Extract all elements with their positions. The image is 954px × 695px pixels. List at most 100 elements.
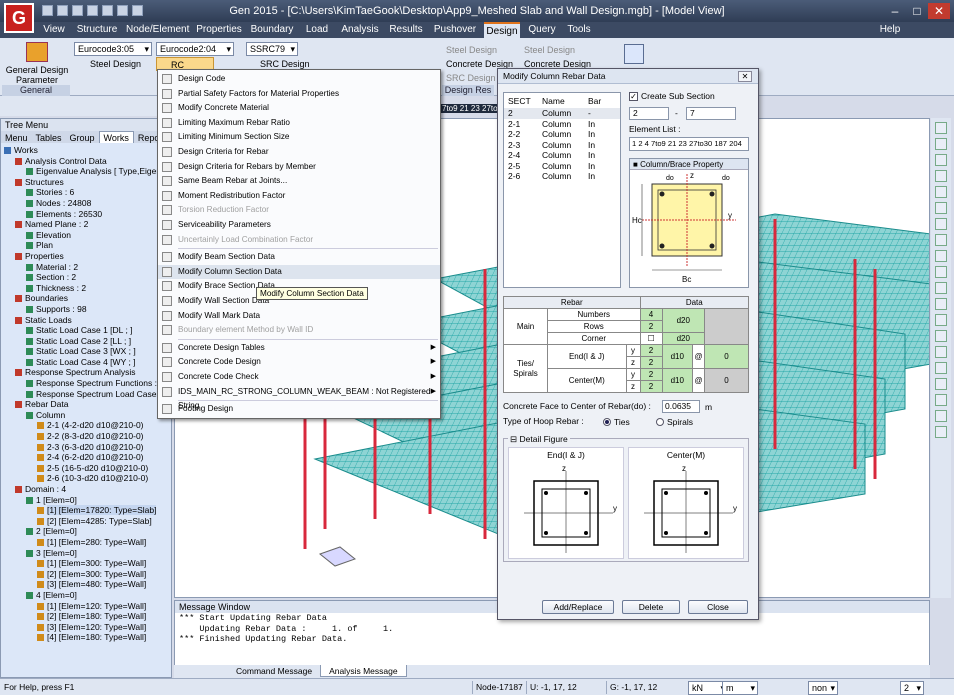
section-list[interactable]: SECT Name Bar 2 Column - 2-1 Column In 2-2 Colu…: [503, 92, 621, 288]
front-view-icon[interactable]: [935, 234, 947, 246]
tree-item[interactable]: 2-6 (10-3-d20 d10@210-0): [1, 473, 171, 484]
minimize-button[interactable]: –: [884, 3, 906, 19]
tree-item[interactable]: 2-3 (6-3-d20 d10@210-0): [1, 442, 171, 453]
general-design-param-button[interactable]: General Design Parameter: [4, 65, 70, 85]
tree-item[interactable]: 2-5 (16-5-d20 d10@210-0): [1, 463, 171, 474]
corner-checkbox[interactable]: ☐: [639, 332, 663, 345]
tab-boundary[interactable]: Boundary: [250, 22, 294, 38]
end-y-value[interactable]: 2: [639, 344, 663, 357]
node-number-icon[interactable]: [935, 346, 947, 358]
zoom-fit-icon[interactable]: [935, 154, 947, 166]
tree-item[interactable]: Structures: [1, 177, 171, 188]
col-header-bar[interactable]: Bar: [588, 96, 601, 107]
tree-item[interactable]: Domain : 4: [1, 484, 171, 495]
collapse-icon[interactable]: ⊟: [510, 434, 517, 444]
cover-input[interactable]: 0.0635: [662, 400, 700, 413]
rc-menu-item[interactable]: Modify Concrete Material: [158, 101, 440, 115]
rc-menu-item[interactable]: Serviceability Parameters: [158, 218, 440, 232]
element-list-input[interactable]: 1 2 4 7to9 21 23 27to30 187 204: [629, 137, 749, 151]
end-z-value[interactable]: 2: [639, 356, 663, 369]
tab-analysis-message[interactable]: Analysis Message: [320, 665, 407, 677]
center-tie-dia[interactable]: d10: [661, 368, 694, 393]
delete-button[interactable]: Delete: [622, 600, 680, 614]
steel-design-check-button[interactable]: Steel Design: [446, 43, 497, 57]
tree-item[interactable]: Nodes : 24808: [1, 198, 171, 209]
activate-icon[interactable]: [935, 410, 947, 422]
redo-icon[interactable]: [132, 5, 143, 16]
tree-item[interactable]: Boundaries: [1, 293, 171, 304]
tree-item[interactable]: Response Spectrum Analysis: [1, 367, 171, 378]
tree-item[interactable]: Supports : 98: [1, 304, 171, 315]
tree-tab-tables[interactable]: Tables: [32, 132, 66, 144]
tab-design[interactable]: Design: [484, 22, 520, 38]
tree-item[interactable]: Section : 2: [1, 272, 171, 283]
steel-code-select[interactable]: Eurocode3:05: [74, 42, 152, 56]
tree-item[interactable]: 2-4 (6-2-d20 d10@210-0): [1, 452, 171, 463]
render-icon[interactable]: [935, 330, 947, 342]
rc-menu-item[interactable]: Design Code: [158, 72, 440, 86]
col-header-sect[interactable]: SECT: [508, 96, 531, 107]
tree-item[interactable]: Static Loads: [1, 315, 171, 326]
zoom-out-icon[interactable]: [935, 138, 947, 150]
maximize-button[interactable]: □: [906, 3, 928, 19]
tree-tab-works[interactable]: Works: [98, 131, 134, 143]
tab-query[interactable]: Query: [526, 22, 558, 38]
section-row[interactable]: 2-3 Column In: [504, 140, 620, 151]
section-row[interactable]: 2-5 Column In: [504, 161, 620, 172]
tree-item[interactable]: Properties: [1, 251, 171, 262]
tree-item[interactable]: [1] [Elem=300: Type=Wall]: [1, 558, 171, 569]
end-spacing[interactable]: 0: [704, 344, 749, 369]
rc-menu-item[interactable]: Concrete Code Check ▶: [158, 370, 440, 384]
tree-item[interactable]: 2 [Elem=0]: [1, 526, 171, 537]
rc-menu-item[interactable]: Limiting Minimum Section Size: [158, 130, 440, 144]
pan-icon[interactable]: [935, 170, 947, 182]
rc-menu-item[interactable]: Modify Column Section Data: [158, 264, 440, 279]
rc-menu-item[interactable]: Design Criteria for Rebars by Member: [158, 160, 440, 174]
tree-item[interactable]: Rebar Data: [1, 399, 171, 410]
end-tie-dia[interactable]: d10: [661, 344, 694, 369]
col-header-name[interactable]: Name: [542, 96, 565, 107]
section-row[interactable]: 2-1 Column In: [504, 119, 620, 130]
section-row[interactable]: 2 Column -: [504, 108, 620, 119]
hidden-icon[interactable]: [935, 298, 947, 310]
element-number-icon[interactable]: [935, 362, 947, 374]
tree-item[interactable]: 4 [Elem=0]: [1, 590, 171, 601]
tree-item[interactable]: Plan: [1, 240, 171, 251]
inactivate-icon[interactable]: [935, 426, 947, 438]
rc-menu-item[interactable]: Modify Beam Section Data: [158, 250, 440, 264]
tree-item[interactable]: Static Load Case 4 [WY ; ]: [1, 357, 171, 368]
side-view-icon[interactable]: [935, 250, 947, 262]
tree-item[interactable]: [1] [Elem=280: Type=Wall]: [1, 537, 171, 548]
tab-pushover[interactable]: Pushover: [432, 22, 478, 38]
tree-item[interactable]: Analysis Control Data: [1, 156, 171, 167]
tab-structure[interactable]: Structure: [75, 22, 119, 38]
center-spacing[interactable]: 0: [704, 368, 749, 393]
print-icon[interactable]: [102, 5, 113, 16]
tree-item[interactable]: 2-2 (8-3-d20 d10@210-0): [1, 431, 171, 442]
add-replace-button[interactable]: Add/Replace: [542, 600, 614, 614]
tree-item[interactable]: Thickness : 2: [1, 283, 171, 294]
sub-section-from-input[interactable]: 2: [629, 107, 669, 120]
tree-item[interactable]: Column: [1, 410, 171, 421]
rc-menu-item[interactable]: Design Criteria for Rebar: [158, 145, 440, 159]
tree-item[interactable]: Stories : 6: [1, 187, 171, 198]
display-icon[interactable]: [935, 378, 947, 390]
tree-item[interactable]: Named Plane : 2: [1, 219, 171, 230]
tab-node-element[interactable]: Node/Element: [126, 22, 189, 38]
section-row[interactable]: 2-2 Column In: [504, 129, 620, 140]
main-bar-dia[interactable]: d20: [661, 308, 706, 333]
ties-radio[interactable]: [603, 418, 611, 426]
close-button[interactable]: ✕: [928, 3, 950, 19]
tab-properties[interactable]: Properties: [196, 22, 242, 38]
tab-analysis[interactable]: Analysis: [340, 22, 380, 38]
top-view-icon[interactable]: [935, 218, 947, 230]
rc-menu-item[interactable]: IDS_MAIN_RC_STRONG_COLUMN_WEAK_BEAM : No…: [158, 385, 440, 410]
open-file-icon[interactable]: [57, 5, 68, 16]
tab-tools[interactable]: Tools: [564, 22, 594, 38]
tree-item[interactable]: Static Load Case 3 [WX ; ]: [1, 346, 171, 357]
app-logo-icon[interactable]: G: [4, 3, 34, 33]
steel-design-button[interactable]: Steel Design: [78, 57, 141, 71]
save-icon[interactable]: [72, 5, 83, 16]
section-row[interactable]: 2-6 Column In: [504, 171, 620, 182]
tab-view[interactable]: View: [40, 22, 68, 38]
